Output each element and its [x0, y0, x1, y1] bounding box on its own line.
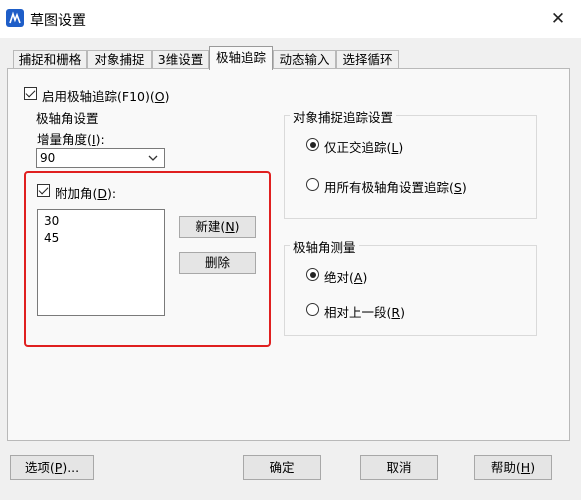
object-snap-group	[284, 115, 537, 219]
additional-angles-checkbox[interactable]	[37, 184, 50, 197]
tab-snap-grid[interactable]: 捕捉和栅格	[13, 50, 87, 70]
additional-angles-label: 附加角(D):	[55, 186, 117, 201]
absolute-radio[interactable]	[306, 268, 319, 281]
title-bar: 草图设置 ✕	[0, 0, 581, 38]
polar-measure-group	[284, 245, 537, 336]
cancel-button[interactable]: 取消	[360, 455, 438, 480]
increment-angle-label: 增量角度(I):	[37, 132, 105, 147]
delete-angle-button[interactable]: 删除	[179, 252, 256, 274]
orthogonal-only-radio[interactable]	[306, 138, 319, 151]
additional-angles-list[interactable]: 30 45	[37, 209, 165, 316]
help-button[interactable]: 帮助(H)	[474, 455, 552, 480]
enable-polar-label: 启用极轴追踪(F10)(O)	[42, 89, 170, 104]
relative-last-segment-radio[interactable]	[306, 303, 319, 316]
orthogonal-only-label: 仅正交追踪(L)	[324, 140, 404, 155]
increment-angle-select[interactable]: 90	[36, 148, 165, 168]
tab-object-snap[interactable]: 对象捕捉	[87, 50, 152, 70]
options-button[interactable]: 选项(P)...	[10, 455, 94, 480]
tab-polar-tracking[interactable]: 极轴追踪	[209, 46, 273, 70]
close-icon[interactable]: ✕	[549, 10, 567, 28]
tab-selection-cycling[interactable]: 选择循环	[336, 50, 399, 70]
new-angle-button[interactable]: 新建(N)	[179, 216, 256, 238]
ok-button[interactable]: 确定	[243, 455, 321, 480]
all-polar-angles-label: 用所有极轴角设置追踪(S)	[324, 180, 467, 195]
tab-dynamic-input[interactable]: 动态输入	[273, 50, 336, 70]
increment-angle-value: 90	[40, 151, 56, 165]
tab-3d-settings[interactable]: 3维设置	[152, 50, 209, 70]
window-title: 草图设置	[30, 13, 86, 29]
polar-measure-group-title: 极轴角测量	[290, 237, 359, 256]
object-snap-group-title: 对象捕捉追踪设置	[290, 107, 397, 126]
enable-polar-checkbox[interactable]	[24, 87, 37, 100]
chevron-down-icon	[148, 155, 158, 161]
absolute-label: 绝对(A)	[324, 270, 368, 285]
app-icon	[6, 9, 24, 27]
polar-angle-group-title: 极轴角设置	[33, 108, 102, 127]
list-item[interactable]: 30	[44, 214, 59, 228]
all-polar-angles-radio[interactable]	[306, 178, 319, 191]
list-item[interactable]: 45	[44, 231, 59, 245]
relative-last-segment-label: 相对上一段(R)	[324, 305, 405, 320]
